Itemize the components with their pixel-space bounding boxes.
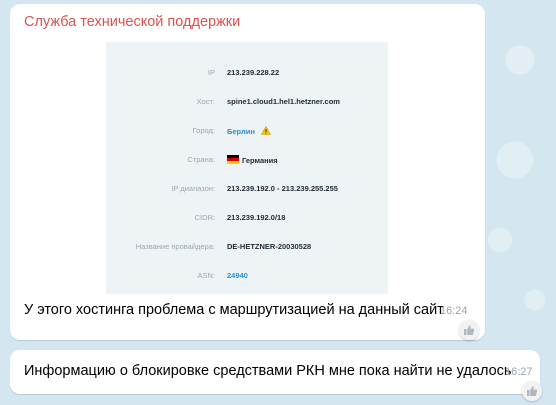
ip-info-label: Название провайдера: [135, 242, 215, 251]
ip-info-row: Хост: spine1.cloud1.hel1.hetzner.com [106, 86, 388, 115]
thumbs-up-icon [527, 386, 538, 396]
ip-info-label: ASN: [197, 271, 215, 280]
asn-link[interactable]: 24940 [227, 271, 248, 280]
ip-info-label: IP диапазон: [171, 184, 215, 193]
ip-info-label: Хост: [196, 97, 215, 106]
ip-info-row: CIDR: 213.239.192.0/18 [106, 202, 388, 231]
message-time: 16:24 [440, 305, 468, 317]
message-time: 16:27 [505, 366, 533, 378]
ip-info-label: CIDR: [194, 213, 215, 222]
ip-info-value: 213.239.192.0 - 213.239.255.255 [227, 184, 338, 193]
ip-info-label: Страна: [187, 155, 215, 164]
ip-info-screenshot[interactable]: IP 213.239.228.22 Хост: spine1.cloud1.he… [106, 42, 388, 294]
thumbs-up-icon [464, 325, 475, 335]
ip-info-value: spine1.cloud1.hel1.hetzner.com [227, 97, 340, 106]
reaction-button[interactable] [459, 320, 479, 340]
ip-info-row: Страна: Германия [106, 144, 388, 173]
country-name: Германия [242, 156, 278, 165]
city-link[interactable]: Берлин [227, 127, 255, 136]
ip-info-value-city: Берлин [227, 126, 271, 136]
ip-info-row: IP диапазон: 213.239.192.0 - 213.239.255… [106, 173, 388, 202]
ip-info-value-country: Германия [227, 155, 278, 165]
ip-info-value: 213.239.228.22 [227, 68, 280, 77]
message-text: У этого хостинга проблема с маршрутизаци… [24, 302, 444, 318]
ip-info-label: IP [207, 68, 215, 77]
ip-info-row: IP 213.239.228.22 [106, 57, 388, 86]
ip-info-label: Город: [192, 126, 215, 135]
reaction-button[interactable] [522, 381, 542, 401]
germany-flag-icon [227, 155, 239, 164]
ip-info-row: ASN: 24940 [106, 260, 388, 289]
ip-info-row: Город: Берлин [106, 115, 388, 144]
ip-info-value: 213.239.192.0/18 [227, 213, 286, 222]
sender-name[interactable]: Служба технической поддержки [24, 14, 240, 30]
message-bubble[interactable]: Служба технической поддержки IP 213.239.… [10, 4, 485, 340]
ip-info-row: Название провайдера: DE-HETZNER-20030528 [106, 231, 388, 260]
warning-icon [260, 126, 271, 135]
message-bubble[interactable]: Информацию о блокировке средствами РКН м… [10, 350, 540, 394]
ip-info-value: DE-HETZNER-20030528 [227, 242, 312, 251]
message-text: Информацию о блокировке средствами РКН м… [24, 363, 512, 379]
